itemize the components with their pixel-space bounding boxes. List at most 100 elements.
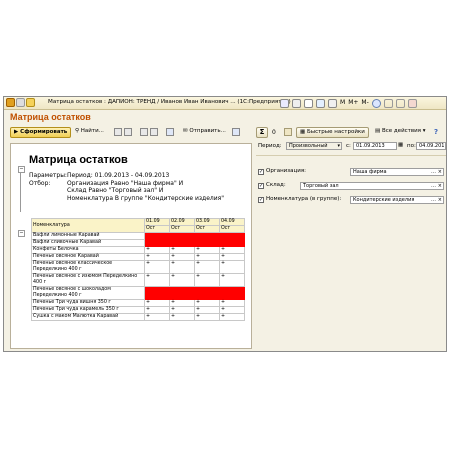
all-actions-button[interactable]: ▤ Все действия ▾: [372, 127, 429, 138]
balance-cell: [144, 232, 170, 240]
mail-icon[interactable]: [304, 99, 313, 108]
ellipsis-icon[interactable]: …: [431, 197, 436, 203]
star-icon[interactable]: [26, 98, 35, 107]
filter-nomenclature-label: ✓ Номенклатура (в группе):: [258, 196, 341, 206]
date-header: 03.09: [194, 218, 220, 226]
calendar-icon[interactable]: [316, 99, 325, 108]
product-name-cell: Вафли лимонные Каравай: [31, 232, 145, 240]
app-logo-icon: [6, 98, 15, 107]
back-icon[interactable]: [16, 98, 25, 107]
memory-mminus-button[interactable]: M-: [361, 99, 368, 108]
table-row[interactable]: Сушка с маком Малютка Каравай + + + +: [31, 313, 245, 321]
title-bar-tools: M M+ M-: [280, 99, 417, 108]
filter-store-input[interactable]: Торговый зал … ×: [300, 182, 444, 190]
balance-cell: +: [194, 246, 220, 254]
balance-cell: [219, 286, 245, 300]
balance-cell: +: [169, 313, 195, 321]
sum-icon[interactable]: Σ: [256, 127, 268, 138]
table-row[interactable]: Печенье овсяное с изюмом Переделкино 400…: [31, 273, 245, 287]
paste-icon[interactable]: [124, 128, 132, 136]
close-icon[interactable]: [407, 99, 417, 108]
date-header: 01.09: [144, 218, 170, 226]
copy-icon[interactable]: [114, 128, 122, 136]
maximize-icon[interactable]: [395, 99, 405, 108]
report-parameters: Параметры:Период: 01.09.2013 - 04.09.201…: [29, 172, 224, 202]
help-icon[interactable]: ?: [434, 128, 438, 136]
print-preview-icon[interactable]: [140, 128, 148, 136]
period-value: Произвольный: [289, 143, 328, 149]
clear-icon[interactable]: ×: [438, 183, 442, 189]
table-row[interactable]: Печенье овсяное с шоколадом Переделкино …: [31, 286, 245, 300]
print-icon[interactable]: [292, 99, 301, 108]
period-select[interactable]: Произвольный ▾: [286, 142, 342, 150]
balance-header: Ост: [144, 225, 170, 233]
filter-label: Отбор:: [29, 179, 51, 187]
document-title: Матрица остатков: [10, 112, 91, 122]
send-button[interactable]: ✉ Отправить...: [180, 127, 229, 138]
settings-panel-icon[interactable]: [232, 128, 240, 136]
info-icon[interactable]: [371, 99, 381, 108]
filter-org-value: Наша фирма: [353, 169, 387, 175]
balance-cell: +: [144, 253, 170, 261]
balance-cell: [144, 239, 170, 247]
ellipsis-icon[interactable]: …: [431, 183, 436, 189]
filter-org-input[interactable]: Наша фирма … ×: [350, 168, 444, 176]
ellipsis-icon[interactable]: …: [431, 169, 436, 175]
filter-nomenclature-checkbox[interactable]: ✓: [258, 197, 264, 203]
calculator-icon[interactable]: [328, 99, 337, 108]
table-row[interactable]: Печенье овсяное Каравай + + + +: [31, 253, 245, 261]
find-label: Найти...: [80, 128, 104, 134]
filter-nomenclature-input[interactable]: Кондитерские изделия … ×: [350, 196, 444, 204]
to-date-value: 04.09.201: [419, 143, 445, 149]
clear-icon[interactable]: ×: [438, 169, 442, 175]
to-label: по:: [407, 143, 416, 149]
settings-pane: Период: Произвольный ▾ с: 01.09.2013 ▦ п…: [256, 141, 446, 351]
product-name-cell: Конфеты Белочка: [31, 246, 145, 254]
balance-cell: +: [194, 306, 220, 314]
minimize-icon[interactable]: [383, 99, 393, 108]
params-label: Параметры:: [29, 172, 67, 179]
balance-cell: +: [219, 260, 245, 274]
table-row[interactable]: Конфеты Белочка + + + +: [31, 246, 245, 254]
find-button[interactable]: ⚲ Найти...: [72, 127, 107, 138]
filter-line: Номенклатура В группе "Кондитерские изде…: [67, 194, 224, 202]
balance-cell: +: [194, 299, 220, 307]
filter-org-checkbox[interactable]: ✓: [258, 169, 264, 175]
split-view-icon[interactable]: [284, 128, 292, 136]
quick-settings-button[interactable]: ▦ Быстрые настройки: [296, 127, 369, 138]
zoom-icon[interactable]: [150, 128, 158, 136]
balance-header: Ост: [219, 225, 245, 233]
table-row[interactable]: Печенье овсяное классическое Переделкино…: [31, 260, 245, 274]
table-row[interactable]: Вафли сливочные Каравай: [31, 239, 245, 247]
filter-store-text: Склад:: [266, 182, 286, 188]
table-row[interactable]: Печенье Три чуда вишня 350 г + + + +: [31, 299, 245, 307]
table-row[interactable]: Вафли лимонные Каравай: [31, 232, 245, 240]
calendar-icon[interactable]: ▦: [398, 142, 403, 152]
to-date-input[interactable]: 04.09.201: [416, 142, 446, 150]
balance-cell: [219, 232, 245, 240]
divider: [256, 155, 446, 156]
product-name-cell: Печенье овсяное классическое Переделкино…: [31, 260, 145, 274]
balance-header: Ост: [169, 225, 195, 233]
balance-cell: +: [169, 299, 195, 307]
from-date-value: 01.09.2013: [356, 143, 385, 149]
from-date-input[interactable]: 01.09.2013: [353, 142, 397, 150]
matrix-table[interactable]: Номенклатура 01.09 02.09 03.09 04.09 Ост…: [31, 218, 245, 321]
filter-store-checkbox[interactable]: ✓: [258, 183, 264, 189]
table-row[interactable]: Печенье Три чуда карамель 350 г + + + +: [31, 306, 245, 314]
report-area[interactable]: − − Матрица остатков Параметры:Период: 0…: [10, 143, 252, 349]
quick-settings-label: Быстрые настройки: [306, 129, 365, 135]
save-report-icon[interactable]: [166, 128, 174, 136]
filter-nomenclature-text: Номенклатура (в группе):: [266, 196, 342, 202]
balance-cell: +: [169, 306, 195, 314]
all-actions-label: Все действия: [381, 128, 421, 134]
memory-mplus-button[interactable]: M+: [348, 99, 358, 108]
clear-icon[interactable]: ×: [438, 197, 442, 203]
save-icon[interactable]: [280, 99, 289, 108]
memory-m-button[interactable]: M: [340, 99, 345, 108]
balance-cell: +: [219, 253, 245, 261]
generate-button[interactable]: ▶ Сформировать: [10, 127, 72, 138]
filter-line: Склад Равно "Торговый зал" И: [67, 187, 164, 194]
collapse-table-icon[interactable]: −: [18, 230, 25, 237]
from-label: с:: [346, 143, 351, 149]
